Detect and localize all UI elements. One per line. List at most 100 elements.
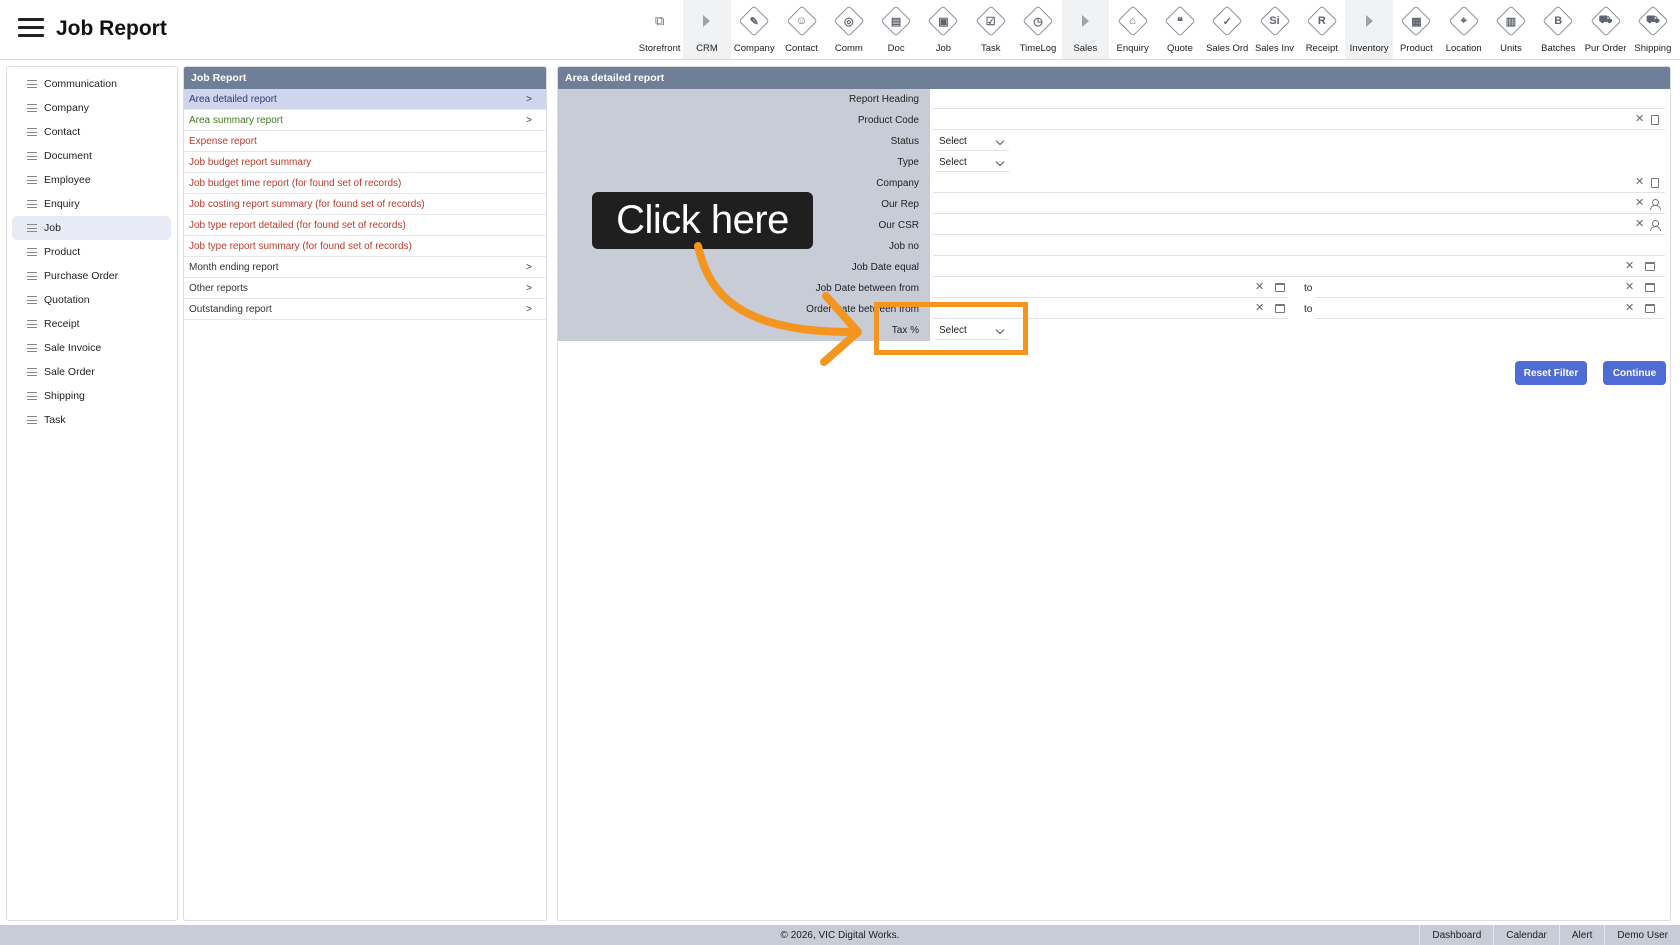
toolbar-item-enquiry[interactable]: ⌂ Enquiry: [1109, 0, 1156, 59]
clear-icon[interactable]: ✕: [1625, 281, 1634, 293]
sidebar-item-product[interactable]: Product: [12, 240, 171, 264]
clear-icon[interactable]: ✕: [1625, 260, 1634, 272]
report-item[interactable]: Job type report summary (for found set o…: [184, 236, 546, 257]
toolbar-label: Units: [1500, 43, 1522, 54]
sidebar-item-contact[interactable]: Contact: [12, 120, 171, 144]
sidebar-item-sale-invoice[interactable]: Sale Invoice: [12, 336, 171, 360]
hamburger-menu-icon[interactable]: [18, 18, 44, 38]
sidebar-item-label: Company: [44, 102, 89, 114]
toolbar-item-company[interactable]: ✎ Company: [731, 0, 778, 59]
company-input[interactable]: [933, 174, 1665, 193]
user-icon[interactable]: [1650, 220, 1661, 231]
clear-icon[interactable]: ✕: [1625, 302, 1634, 314]
sidebar: Communication Company Contact Document Emplo…: [6, 66, 178, 921]
reset-filter-button[interactable]: Reset Filter: [1515, 361, 1587, 385]
report-item[interactable]: Area summary report >: [184, 110, 546, 131]
report-item[interactable]: Job budget report summary: [184, 152, 546, 173]
order-date-to-input[interactable]: [1315, 300, 1665, 319]
sidebar-item-communication[interactable]: Communication: [12, 72, 171, 96]
our-csr-input[interactable]: [933, 216, 1665, 235]
toolbar-item-doc[interactable]: ▤ Doc: [872, 0, 919, 59]
shipping-icon: ⛟: [1637, 5, 1669, 37]
toolbar-label: Quote: [1166, 43, 1193, 54]
toolbar-item-product[interactable]: ▦ Product: [1393, 0, 1440, 59]
toolbar-item-sales[interactable]: Sales: [1061, 0, 1109, 59]
toolbar-item-location[interactable]: ⌖ Location: [1440, 0, 1487, 59]
toolbar-item-sales-inv[interactable]: Si Sales Inv: [1251, 0, 1298, 59]
clear-icon[interactable]: ✕: [1635, 197, 1644, 209]
sidebar-item-purchase-order[interactable]: Purchase Order: [12, 264, 171, 288]
sidebar-item-company[interactable]: Company: [12, 96, 171, 120]
toolbar-item-inventory[interactable]: Inventory: [1345, 0, 1393, 59]
sidebar-item-label: Quotation: [44, 294, 90, 306]
toolbar-item-units[interactable]: ▥ Units: [1487, 0, 1534, 59]
units-icon: ▥: [1495, 5, 1527, 37]
list-icon: [27, 104, 37, 112]
batches-icon: B: [1542, 5, 1574, 37]
toolbar-item-storefront[interactable]: ⧉ Storefront: [636, 0, 683, 59]
lookup-icon[interactable]: [1651, 115, 1659, 125]
section-arrow-icon: [1070, 6, 1100, 36]
sidebar-item-task[interactable]: Task: [12, 408, 171, 432]
toolbar-item-comm[interactable]: ◎ Comm: [825, 0, 872, 59]
user-icon[interactable]: [1650, 199, 1661, 210]
callout-arrow: [694, 242, 862, 366]
report-item[interactable]: Job costing report summary (for found se…: [184, 194, 546, 215]
report-item[interactable]: Area detailed report >: [184, 89, 546, 110]
type-select[interactable]: Select: [935, 154, 1009, 172]
job-date-to-input[interactable]: [1315, 279, 1665, 298]
sidebar-item-receipt[interactable]: Receipt: [12, 312, 171, 336]
sidebar-item-employee[interactable]: Employee: [12, 168, 171, 192]
continue-button[interactable]: Continue: [1603, 361, 1666, 385]
clear-icon[interactable]: ✕: [1635, 176, 1644, 188]
timelog-icon: ◷: [1022, 5, 1054, 37]
report-item[interactable]: Month ending report >: [184, 257, 546, 278]
clear-icon[interactable]: ✕: [1255, 281, 1264, 293]
footer-link-demo-user[interactable]: Demo User: [1604, 925, 1680, 945]
product-code-label: Product Code: [857, 115, 919, 126]
report-item[interactable]: Expense report: [184, 131, 546, 152]
calendar-icon[interactable]: [1275, 283, 1285, 292]
toolbar-item-timelog[interactable]: ◷ TimeLog: [1014, 0, 1061, 59]
toolbar-item-batches[interactable]: B Batches: [1535, 0, 1582, 59]
sidebar-item-quotation[interactable]: Quotation: [12, 288, 171, 312]
status-select[interactable]: Select: [935, 133, 1009, 151]
toolbar-item-quote[interactable]: ❝ Quote: [1156, 0, 1203, 59]
footer-link-dashboard[interactable]: Dashboard: [1419, 925, 1493, 945]
toolbar-item-job[interactable]: ▣ Job: [920, 0, 967, 59]
report-item[interactable]: Job type report detailed (for found set …: [184, 215, 546, 236]
toolbar-item-task[interactable]: ☑ Task: [967, 0, 1014, 59]
product-code-input[interactable]: [933, 111, 1665, 130]
toolbar-item-crm[interactable]: CRM: [683, 0, 731, 59]
sidebar-item-document[interactable]: Document: [12, 144, 171, 168]
clear-icon[interactable]: ✕: [1255, 302, 1264, 314]
clear-icon[interactable]: ✕: [1635, 218, 1644, 230]
toolbar-item-pur-order[interactable]: ⛟ Pur Order: [1582, 0, 1629, 59]
calendar-icon[interactable]: [1645, 262, 1655, 271]
sidebar-item-sale-order[interactable]: Sale Order: [12, 360, 171, 384]
lookup-icon[interactable]: [1651, 178, 1659, 188]
job-no-input[interactable]: [933, 237, 1665, 256]
report-item[interactable]: Other reports >: [184, 278, 546, 299]
sidebar-item-job[interactable]: Job: [12, 216, 171, 240]
footer-link-calendar[interactable]: Calendar: [1493, 925, 1559, 945]
toolbar-item-receipt[interactable]: R Receipt: [1298, 0, 1345, 59]
receipt-icon: R: [1306, 5, 1338, 37]
toolbar-item-sales-ord[interactable]: ✓ Sales Ord: [1204, 0, 1251, 59]
clear-icon[interactable]: ✕: [1635, 113, 1644, 125]
job-date-equal-input[interactable]: [933, 258, 1665, 277]
calendar-icon[interactable]: [1645, 283, 1655, 292]
job-date-from-input[interactable]: [933, 279, 1288, 298]
footer-link-alert[interactable]: Alert: [1558, 925, 1605, 945]
sidebar-item-shipping[interactable]: Shipping: [12, 384, 171, 408]
toolbar-label: Task: [980, 43, 1001, 54]
report-item[interactable]: Job budget time report (for found set of…: [184, 173, 546, 194]
calendar-icon[interactable]: [1275, 304, 1285, 313]
toolbar-item-contact[interactable]: ☺ Contact: [778, 0, 825, 59]
calendar-icon[interactable]: [1645, 304, 1655, 313]
toolbar-item-shipping[interactable]: ⛟ Shipping: [1629, 0, 1676, 59]
report-item[interactable]: Outstanding report >: [184, 299, 546, 320]
our-rep-input[interactable]: [933, 195, 1665, 214]
sidebar-item-enquiry[interactable]: Enquiry: [12, 192, 171, 216]
report-heading-input[interactable]: [933, 90, 1665, 109]
